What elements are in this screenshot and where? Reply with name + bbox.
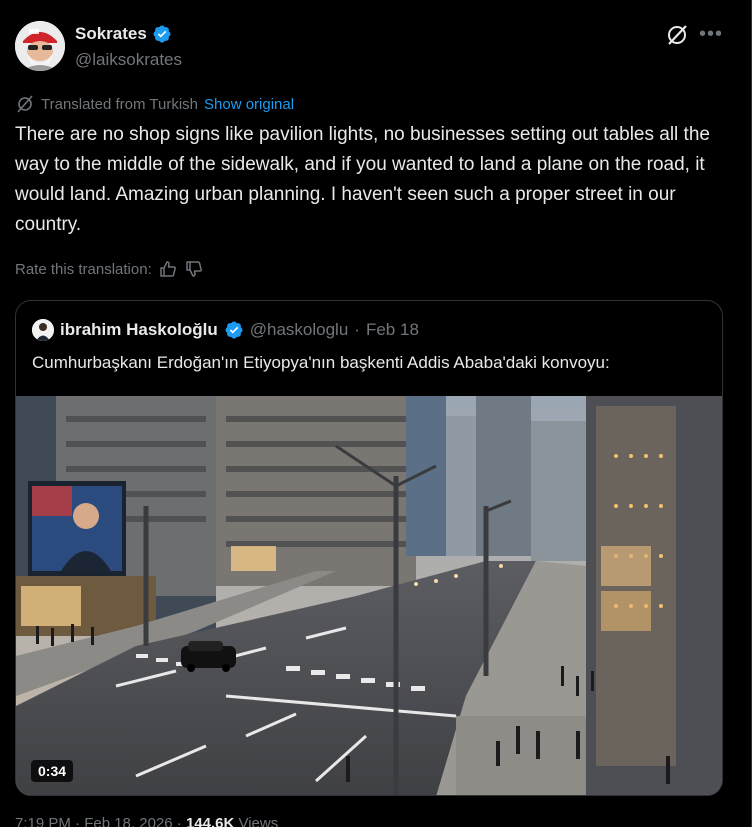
video-player[interactable]: 0:34 xyxy=(16,396,722,795)
views-count: 144.6K xyxy=(185,815,235,827)
verified-badge-icon xyxy=(225,321,243,339)
quoted-tweet-date: Feb 18 xyxy=(365,320,419,339)
author-handle[interactable]: @laiksokrates xyxy=(75,50,182,70)
thumbs-up-icon[interactable] xyxy=(158,259,178,279)
translated-from-label: Translated from Turkish xyxy=(41,95,198,113)
quoted-tweet[interactable]: ibrahim Haskoloğlu @haskologlu · Feb 18 … xyxy=(15,300,723,796)
separator-dot: · xyxy=(354,320,360,339)
quoted-author-avatar xyxy=(32,319,54,341)
rate-translation-label: Rate this translation: xyxy=(15,260,152,278)
rate-translation: Rate this translation: xyxy=(15,259,204,279)
translation-notice: Translated from Turkish Show original xyxy=(15,95,294,113)
author-name-row[interactable]: Sokrates xyxy=(75,24,172,44)
more-options-icon[interactable]: ••• xyxy=(699,23,723,47)
tweet-meta: 7:19 PM · Feb 18, 2026 · 144.6K Views xyxy=(15,815,278,827)
quoted-tweet-header: ibrahim Haskoloğlu @haskologlu · Feb 18 xyxy=(32,319,419,341)
grok-icon[interactable] xyxy=(665,23,689,47)
video-duration: 0:34 xyxy=(31,760,74,782)
translate-icon xyxy=(17,95,33,113)
quoted-author-name: ibrahim Haskoloğlu xyxy=(60,320,218,339)
quoted-tweet-text: Cumhurbaşkanı Erdoğan'ın Etiyopya'nın ba… xyxy=(32,353,610,372)
quoted-author-handle: @haskologlu xyxy=(249,320,349,339)
author-avatar[interactable] xyxy=(15,21,65,71)
verified-badge-icon xyxy=(153,25,171,43)
tweet-text: There are no shop signs like pavilion li… xyxy=(15,124,710,235)
views-label: Views xyxy=(234,815,279,827)
thumbs-down-icon[interactable] xyxy=(184,259,204,279)
tweet-timestamp[interactable]: 7:19 PM · Feb 18, 2026 · xyxy=(15,815,186,827)
author-display-name[interactable]: Sokrates xyxy=(75,24,147,44)
show-original-link[interactable]: Show original xyxy=(204,96,294,113)
video-thumbnail xyxy=(16,396,722,795)
tweet-detail: Sokrates @laiksokrates ••• Translated fr… xyxy=(0,0,752,827)
